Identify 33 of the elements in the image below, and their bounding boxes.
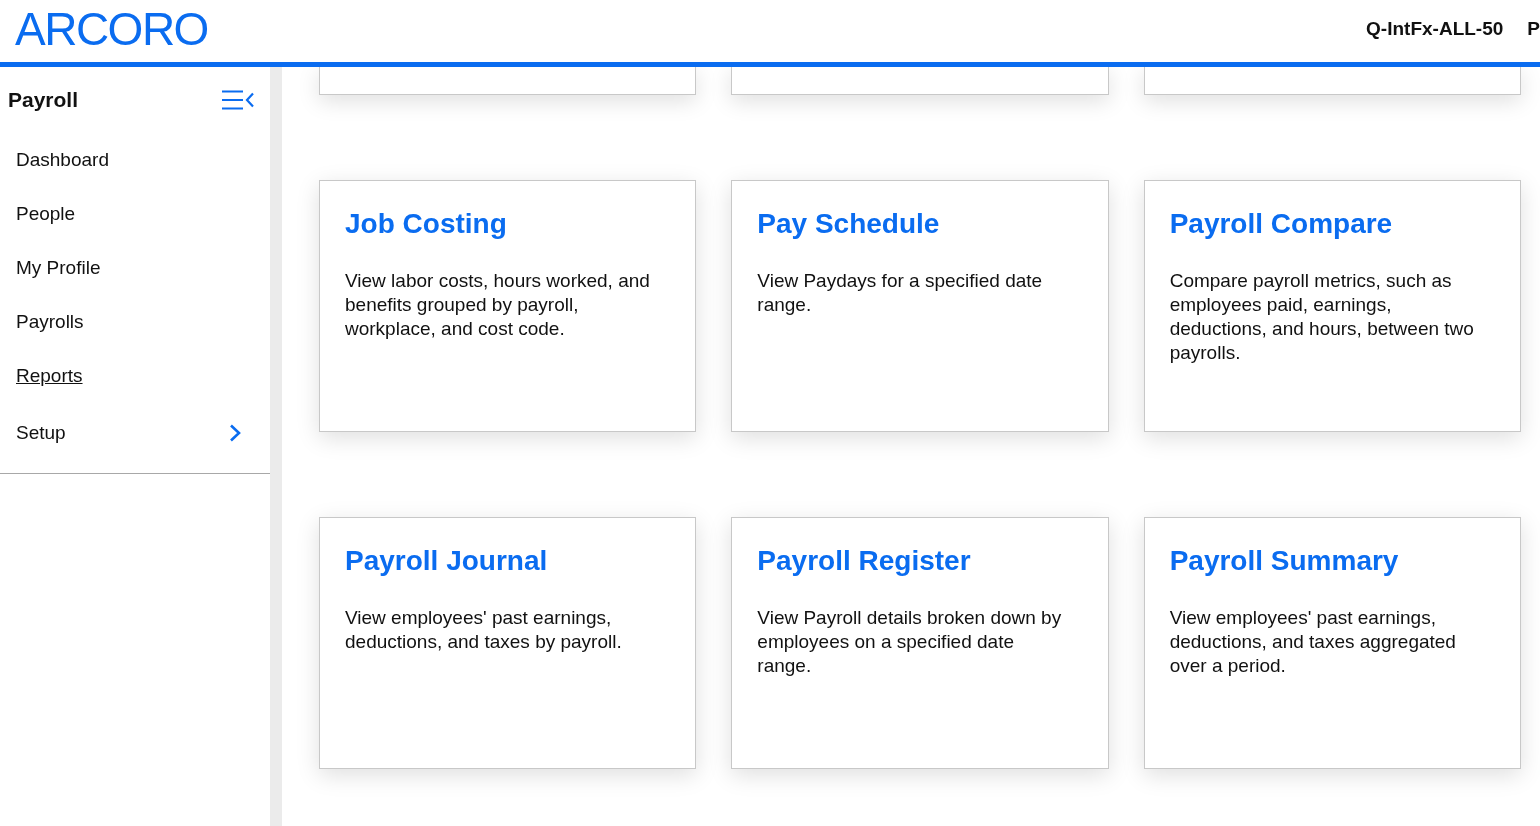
card-title: Pay Schedule [757,207,941,241]
card-description: Compare payroll metrics, such as employees paid, earnings, deductions, and hours, between two payrolls. [1169,269,1475,365]
sidebar-item[interactable]: Payrolls [0,295,270,349]
card-description: View employees' past earnings, deductions, and taxes by payroll. [345,606,623,654]
card-title: Payroll Compare [1169,207,1394,241]
card-description: View employees' past earnings, deductions, and taxes aggregated over a period. [1169,606,1457,678]
report-card[interactable]: Payroll Compare Compare payroll metrics, such as employees paid, earnings, deductions, and hours, between two payrolls. [1143,180,1521,432]
sidebar-item[interactable]: Dashboard [0,133,270,187]
report-card[interactable]: Job Costing View labor costs, hours worked, and benefits grouped by payroll, workplace, and cost code. [319,180,697,432]
report-card[interactable] [319,67,697,95]
report-card[interactable]: Payroll Summary View employees' past earnings, deductions, and taxes aggregated over a period. [1143,517,1521,769]
chevron-right-icon [229,424,241,442]
card-description: View labor costs, hours worked, and benefits grouped by payroll, workplace, and cost code. [345,269,651,341]
sidebar-title: Payroll [8,88,79,112]
report-card[interactable]: Payroll Register View Payroll details broken down by employees on a specified date range. [731,517,1109,769]
sidebar-item[interactable]: Setup [0,403,270,463]
card-title: Payroll Journal [345,544,549,578]
report-card[interactable]: Pay Schedule View Paydays for a specified date range. [731,180,1109,432]
card-description: View Payroll details broken down by employees on a specified date range. [757,606,1063,678]
header-label: Q-IntFx-ALL-50 [1366,17,1504,40]
sidebar-item[interactable]: My Profile [0,241,270,295]
sidebar-item[interactable]: People [0,187,270,241]
card-description: View Paydays for a specified date range. [757,269,1044,317]
header-label: P [1527,17,1540,40]
logo[interactable]: ARCORO [15,6,208,52]
sidebar-item[interactable]: Reports [0,349,270,403]
report-card[interactable] [731,67,1109,95]
report-card[interactable]: Payroll Journal View employees' past earnings, deductions, and taxes by payroll. [319,517,697,769]
menu-collapse-icon[interactable] [222,90,254,110]
card-title: Payroll Register [757,544,972,578]
report-card[interactable] [1143,67,1521,95]
card-title: Job Costing [345,207,508,241]
card-title: Payroll Summary [1169,544,1400,578]
